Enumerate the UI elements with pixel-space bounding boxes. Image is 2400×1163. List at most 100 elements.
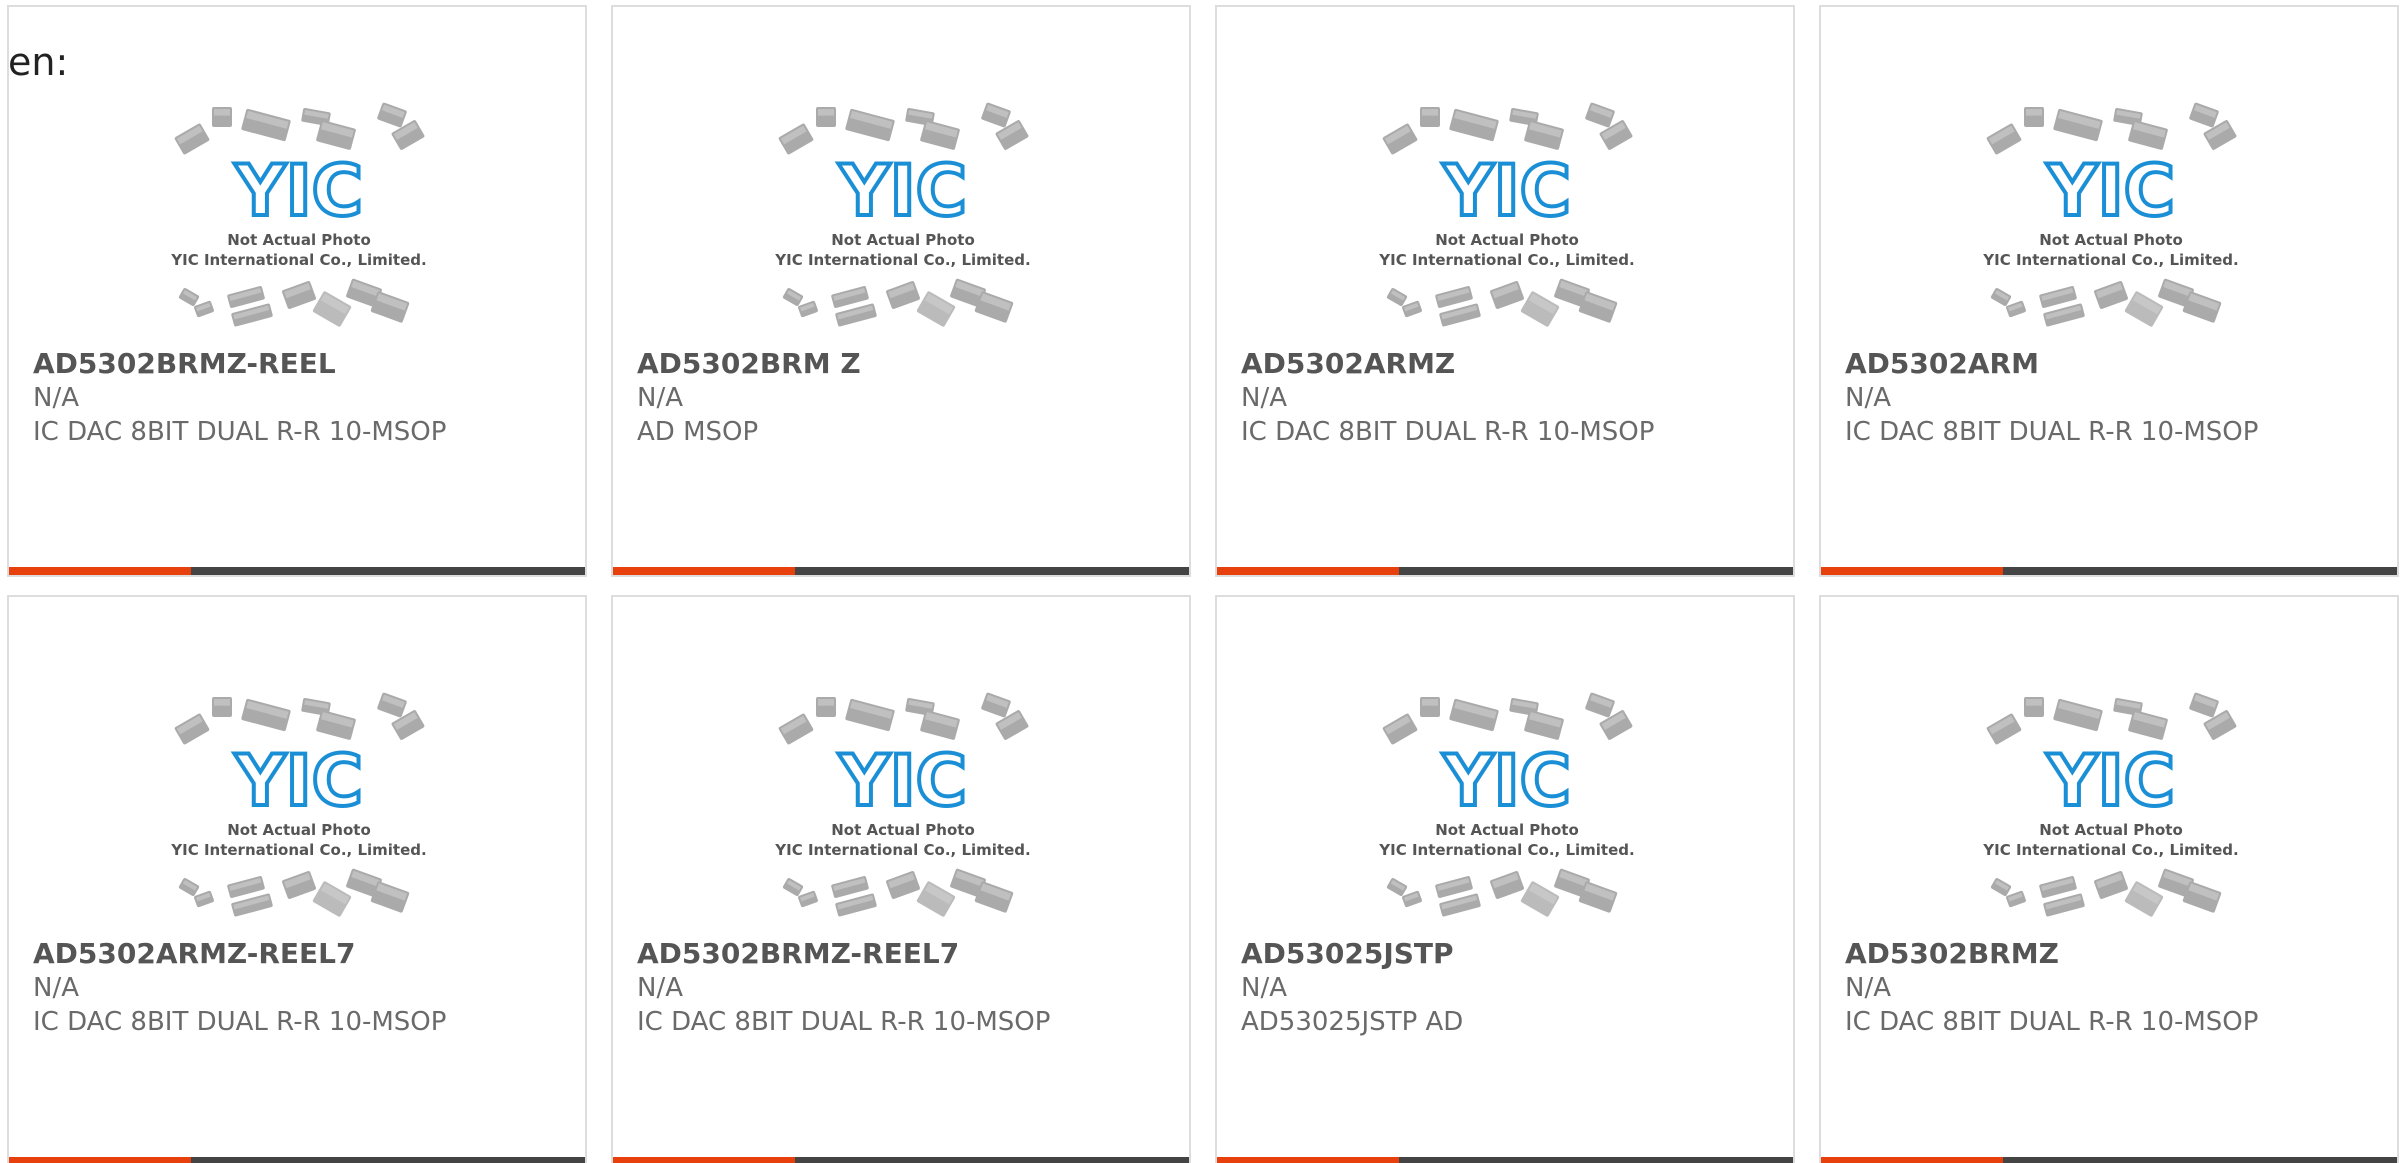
company-caption: YIC International Co., Limited. <box>774 841 1030 859</box>
placeholder-graphic: YICNot Actual Photo YIC International Co.… <box>774 692 1031 917</box>
chip-icon <box>831 876 869 898</box>
chip-icon <box>241 698 291 732</box>
part-number[interactable]: AD5302ARM <box>1845 347 2377 381</box>
product-description: IC DAC 8BIT DUAL R-R 10-MSOP <box>33 417 447 447</box>
part-number[interactable]: AD5302ARMZ-REEL7 <box>33 937 565 971</box>
yic-logo-icon: YIC <box>838 150 967 232</box>
product-card[interactable]: YIC Not Actual Photo YIC International Co.… <box>7 5 587 577</box>
chip-icon <box>1585 102 1615 128</box>
product-description: IC DAC 8BIT DUAL R-R 10-MSOP <box>1845 1007 2259 1037</box>
card-accent-bar <box>1821 567 2003 575</box>
chip-icon <box>1585 692 1615 718</box>
company-caption: YIC International Co., Limited. <box>1982 841 2238 859</box>
product-card[interactable]: YIC Not Actual Photo YIC International Co.… <box>611 5 1191 577</box>
product-description: IC DAC 8BIT DUAL R-R 10-MSOP <box>33 1007 447 1037</box>
chip-icon <box>1402 890 1422 908</box>
chip-icon <box>981 102 1011 128</box>
chip-icon <box>2128 120 2168 150</box>
chip-icon <box>2182 881 2222 913</box>
manufacturer: N/A <box>1241 973 1287 1003</box>
product-info: AD5302BRMZ-REEL7 N/A IC DAC 8BIT DUAL R-… <box>637 937 1169 1039</box>
chip-icon <box>377 692 407 718</box>
manufacturer: N/A <box>33 973 79 1003</box>
part-number[interactable]: AD5302BRMZ-REEL7 <box>637 937 1169 971</box>
chip-icon <box>845 108 895 142</box>
not-actual-photo-caption: Not Actual Photo <box>227 231 371 249</box>
product-card[interactable]: YIC Not Actual Photo YIC International Co.… <box>1819 5 2399 577</box>
company-caption: YIC International Co., Limited. <box>170 841 426 859</box>
company-caption: YIC International Co., Limited. <box>774 251 1030 269</box>
chip-icon <box>2043 893 2085 917</box>
chip-icon <box>974 291 1014 323</box>
chip-icon <box>231 303 273 327</box>
product-placeholder-image: YIC Not Actual Photo YIC International Co.… <box>768 687 1038 927</box>
product-placeholder-image: YIC Not Actual Photo YIC International Co.… <box>164 687 434 927</box>
part-number[interactable]: AD5302ARMZ <box>1241 347 1773 381</box>
placeholder-graphic: YICNot Actual Photo YIC International Co.… <box>170 692 427 917</box>
chip-icon <box>1449 108 1499 142</box>
chip-icon <box>282 871 316 899</box>
manufacturer: N/A <box>1845 973 1891 1003</box>
chip-icon <box>1449 698 1499 732</box>
chip-icon <box>316 710 356 740</box>
part-number[interactable]: AD5302BRM Z <box>637 347 1169 381</box>
yic-logo-icon: YIC <box>2046 740 2175 822</box>
company-caption: YIC International Co., Limited. <box>1982 251 2238 269</box>
chip-icon <box>798 890 818 908</box>
placeholder-graphic: YICNot Actual Photo YIC International Co.… <box>1378 102 1635 327</box>
chip-icon <box>2094 281 2128 309</box>
part-number[interactable]: AD53025JSTP <box>1241 937 1773 971</box>
part-number[interactable]: AD5302BRMZ <box>1845 937 2377 971</box>
product-card[interactable]: YIC Not Actual Photo YIC International Co.… <box>1215 5 1795 577</box>
chip-icon <box>1382 713 1418 745</box>
product-card[interactable]: YIC Not Actual Photo YIC International Co.… <box>611 595 1191 1163</box>
chip-icon <box>916 291 956 327</box>
chip-icon <box>1490 871 1524 899</box>
chip-icon <box>1439 303 1481 327</box>
manufacturer: N/A <box>637 973 683 1003</box>
product-info: AD5302ARM N/A IC DAC 8BIT DUAL R-R 10-MS… <box>1845 347 2377 449</box>
product-card[interactable]: YIC Not Actual Photo YIC International Co.… <box>1819 595 2399 1163</box>
product-description: AD MSOP <box>637 417 759 447</box>
chip-icon <box>778 123 814 155</box>
chip-icon <box>178 878 200 896</box>
chip-icon <box>1382 123 1418 155</box>
product-card[interactable]: YIC Not Actual Photo YIC International Co.… <box>7 595 587 1163</box>
chip-icon <box>886 281 920 309</box>
not-actual-photo-caption: Not Actual Photo <box>2039 821 2183 839</box>
product-info: AD5302BRM Z N/A AD MSOP <box>637 347 1169 449</box>
card-accent-bar <box>1821 1157 2003 1163</box>
chip-icon <box>920 710 960 740</box>
yic-logo-icon: YIC <box>234 740 363 822</box>
card-accent-bar <box>613 567 795 575</box>
chip-icon <box>2189 102 2219 128</box>
card-accent-bar <box>613 1157 795 1163</box>
card-accent-bar <box>9 567 191 575</box>
yic-logo-icon: YIC <box>838 740 967 822</box>
chip-icon <box>2053 698 2103 732</box>
chip-icon <box>778 713 814 745</box>
chip-icon <box>2024 107 2044 127</box>
product-placeholder-image: YIC Not Actual Photo YIC International Co.… <box>1372 97 1642 337</box>
yic-logo-icon: YIC <box>2046 150 2175 232</box>
product-description: IC DAC 8BIT DUAL R-R 10-MSOP <box>1241 417 1655 447</box>
chip-icon <box>370 881 410 913</box>
chip-icon <box>2189 692 2219 718</box>
chip-icon <box>1524 710 1564 740</box>
chip-icon <box>1990 288 2012 306</box>
part-number[interactable]: AD5302BRMZ-REEL <box>33 347 565 381</box>
product-description: IC DAC 8BIT DUAL R-R 10-MSOP <box>1845 417 2259 447</box>
chip-icon <box>920 120 960 150</box>
product-card[interactable]: YIC Not Actual Photo YIC International Co.… <box>1215 595 1795 1163</box>
product-placeholder-image: YIC Not Actual Photo YIC International Co.… <box>1372 687 1642 927</box>
not-actual-photo-caption: Not Actual Photo <box>831 231 975 249</box>
product-info: AD5302ARMZ-REEL7 N/A IC DAC 8BIT DUAL R-… <box>33 937 565 1039</box>
manufacturer: N/A <box>33 383 79 413</box>
chip-icon <box>316 120 356 150</box>
chip-icon <box>2039 286 2077 308</box>
card-accent-bar <box>1217 1157 1399 1163</box>
product-placeholder-image: YIC Not Actual Photo YIC International Co.… <box>1976 97 2246 337</box>
chip-icon <box>1520 881 1560 917</box>
chip-icon <box>2006 890 2026 908</box>
yic-logo-icon: YIC <box>1442 150 1571 232</box>
